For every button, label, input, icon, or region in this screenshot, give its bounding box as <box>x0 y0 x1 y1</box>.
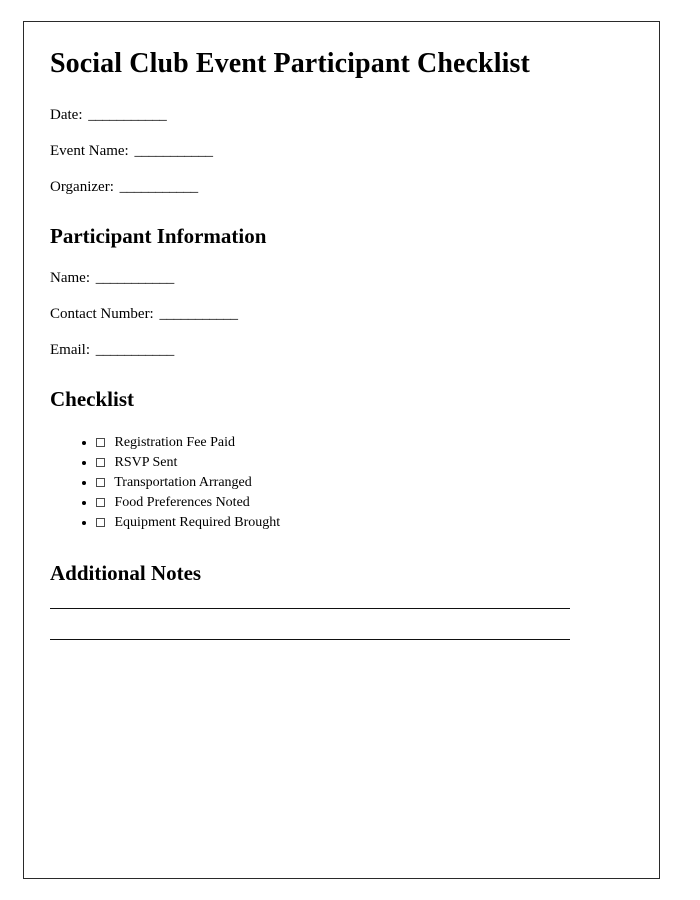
notes-write-area <box>50 607 633 640</box>
field-row-date: Date: ___________ <box>50 106 633 124</box>
field-row-contact-number: Contact Number: ___________ <box>50 305 633 323</box>
document-page: Social Club Event Participant Checklist … <box>23 21 660 879</box>
checkbox-icon[interactable] <box>96 437 105 447</box>
field-label-event-name: Event Name: <box>50 143 129 160</box>
section-heading-participant-information: Participant Information <box>50 224 267 249</box>
header-fields-group: Date: ___________ Event Name: __________… <box>50 106 633 196</box>
checkbox-icon[interactable] <box>96 457 105 467</box>
list-item[interactable]: RSVP Sent <box>96 453 633 473</box>
checkbox-icon[interactable] <box>96 497 105 507</box>
section-heading-additional-notes: Additional Notes <box>50 560 202 585</box>
field-label-contact-number: Contact Number: <box>50 306 154 323</box>
list-item[interactable]: Registration Fee Paid <box>96 433 633 453</box>
participant-fields-group: Name: ___________ Contact Number: ______… <box>50 269 633 359</box>
checklist-item-label: Transportation Arranged <box>114 474 252 490</box>
field-blank-date[interactable]: ___________ <box>88 107 167 123</box>
checkbox-icon[interactable] <box>96 517 105 527</box>
field-label-organizer: Organizer: <box>50 179 114 196</box>
field-row-email: Email: ___________ <box>50 341 633 359</box>
list-item[interactable]: Food Preferences Noted <box>96 493 633 513</box>
note-line-1[interactable] <box>50 607 570 609</box>
list-item[interactable]: Equipment Required Brought <box>96 513 633 533</box>
field-blank-organizer[interactable]: ___________ <box>120 179 199 195</box>
section-heading-checklist: Checklist <box>50 387 134 412</box>
field-row-organizer: Organizer: ___________ <box>50 178 633 196</box>
field-row-name: Name: ___________ <box>50 269 633 287</box>
field-row-event-name: Event Name: ___________ <box>50 142 633 160</box>
checkbox-icon[interactable] <box>96 477 105 487</box>
field-blank-email[interactable]: ___________ <box>96 342 175 358</box>
checklist-item-label: Registration Fee Paid <box>114 434 236 450</box>
page-content: Social Club Event Participant Checklist … <box>24 22 659 640</box>
list-item[interactable]: Transportation Arranged <box>96 473 633 493</box>
checklist-item-label: Equipment Required Brought <box>114 514 281 530</box>
field-label-date: Date: <box>50 107 83 124</box>
field-blank-contact-number[interactable]: ___________ <box>159 306 238 322</box>
field-label-name: Name: <box>50 270 90 287</box>
note-line-2[interactable] <box>50 638 570 640</box>
checklist-item-label: RSVP Sent <box>114 454 178 470</box>
checklist-list: Registration Fee Paid RSVP Sent Transpor… <box>50 433 633 533</box>
field-label-email: Email: <box>50 342 90 359</box>
page-title: Social Club Event Participant Checklist <box>50 48 530 79</box>
checklist-item-label: Food Preferences Noted <box>114 494 250 510</box>
field-blank-event-name[interactable]: ___________ <box>134 143 213 159</box>
field-blank-name[interactable]: ___________ <box>96 270 175 286</box>
